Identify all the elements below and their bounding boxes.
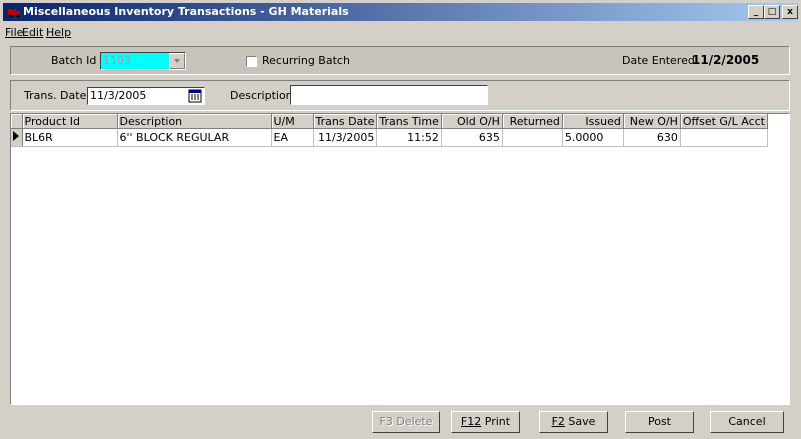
maximize-button[interactable]: □ bbox=[764, 5, 780, 19]
main-window: Miscellaneous Inventory Transactions - G… bbox=[0, 0, 801, 439]
column-header[interactable]: Issued bbox=[562, 114, 624, 129]
chevron-down-icon bbox=[174, 59, 180, 63]
cell-trans-time[interactable]: 11:52 bbox=[376, 128, 442, 147]
trans-date-label: Trans. Date bbox=[24, 89, 87, 102]
column-header[interactable]: Product Id bbox=[22, 114, 118, 129]
menu-file[interactable]: File bbox=[5, 26, 23, 39]
column-header[interactable]: U/M bbox=[271, 114, 314, 129]
table-row[interactable]: BL6R 6'' BLOCK REGULAR EA 11/3/2005 11:5… bbox=[11, 128, 769, 147]
description-label: Description bbox=[230, 89, 293, 102]
column-header[interactable]: Offset G/L Acct bbox=[680, 114, 769, 129]
recurring-batch-checkbox[interactable] bbox=[246, 56, 257, 67]
cell-description[interactable]: 6'' BLOCK REGULAR bbox=[117, 128, 272, 147]
print-shortcut: F12 bbox=[460, 415, 482, 428]
save-shortcut: F2 bbox=[551, 415, 565, 428]
batch-id-label: Batch Id bbox=[51, 54, 97, 67]
batch-panel: Batch Id 1103 Recurring Batch Date Enter… bbox=[10, 46, 790, 75]
row-selector-header bbox=[11, 114, 23, 129]
cell-offset-gl[interactable] bbox=[680, 128, 769, 147]
window-title: Miscellaneous Inventory Transactions - G… bbox=[23, 5, 349, 18]
date-entered-label: Date Entered bbox=[622, 54, 695, 67]
delete-button[interactable]: F3 Delete bbox=[372, 411, 440, 433]
column-header[interactable]: Returned bbox=[502, 114, 563, 129]
title-bar: Miscellaneous Inventory Transactions - G… bbox=[3, 3, 798, 21]
date-entered-value: 11/2/2005 bbox=[692, 53, 760, 67]
calendar-icon[interactable] bbox=[188, 89, 202, 103]
batch-id-value: 1103 bbox=[103, 54, 131, 67]
menu-edit[interactable]: Edit bbox=[22, 26, 43, 39]
cell-old-oh[interactable]: 635 bbox=[441, 128, 503, 147]
save-button[interactable]: F2 Save bbox=[539, 411, 608, 433]
cell-trans-date[interactable]: 11/3/2005 bbox=[313, 128, 378, 147]
transaction-panel: Trans. Date 11/3/2005 Description bbox=[10, 80, 790, 111]
cell-issued[interactable]: 5.0000 bbox=[562, 128, 624, 147]
menu-help[interactable]: Help bbox=[46, 26, 71, 39]
maximize-icon: □ bbox=[767, 7, 777, 17]
transactions-grid: Product Id Description U/M Trans Date Tr… bbox=[10, 113, 790, 405]
trans-date-input[interactable]: 11/3/2005 bbox=[87, 87, 205, 105]
trans-date-value: 11/3/2005 bbox=[90, 89, 147, 102]
batch-id-combo[interactable]: 1103 bbox=[100, 52, 186, 70]
column-header[interactable]: Description bbox=[117, 114, 272, 129]
button-bar: F3 Delete F12 Print F2 Save Post Cancel bbox=[10, 407, 790, 435]
post-button[interactable]: Post bbox=[625, 411, 694, 433]
column-header[interactable]: Old O/H bbox=[441, 114, 503, 129]
transactions-table: Product Id Description U/M Trans Date Tr… bbox=[11, 114, 769, 147]
column-header[interactable]: New O/H bbox=[623, 114, 681, 129]
truck-icon bbox=[8, 9, 20, 18]
column-header[interactable]: Trans Time bbox=[376, 114, 442, 129]
minimize-button[interactable]: _ bbox=[748, 5, 764, 19]
cell-product-id[interactable]: BL6R bbox=[22, 128, 118, 147]
row-selector[interactable] bbox=[11, 128, 23, 147]
print-button[interactable]: F12 Print bbox=[451, 411, 520, 433]
cell-returned[interactable] bbox=[502, 128, 563, 147]
menu-bar: File Edit Help bbox=[3, 23, 798, 41]
batch-id-dropdown-button[interactable] bbox=[169, 53, 185, 69]
cell-new-oh[interactable]: 630 bbox=[623, 128, 681, 147]
minimize-icon: _ bbox=[753, 7, 759, 17]
cell-um[interactable]: EA bbox=[271, 128, 314, 147]
description-input[interactable] bbox=[290, 85, 488, 105]
grid-header-row: Product Id Description U/M Trans Date Tr… bbox=[11, 114, 769, 129]
close-button[interactable]: x bbox=[782, 5, 798, 19]
recurring-batch-label: Recurring Batch bbox=[262, 54, 350, 67]
current-row-arrow-icon bbox=[13, 131, 19, 141]
close-icon: x bbox=[787, 7, 793, 17]
cancel-button[interactable]: Cancel bbox=[710, 411, 784, 433]
column-header[interactable]: Trans Date bbox=[313, 114, 378, 129]
